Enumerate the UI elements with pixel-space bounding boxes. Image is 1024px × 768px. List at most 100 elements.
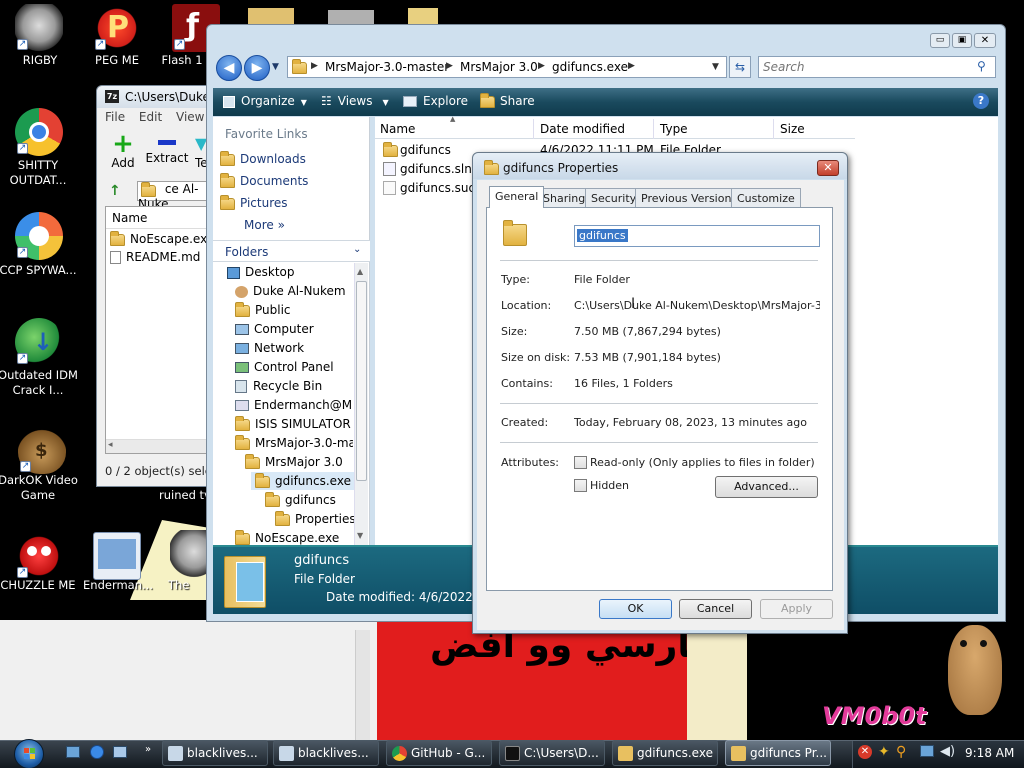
cancel-button[interactable]: Cancel (679, 599, 752, 619)
tree-item-network[interactable]: Network (235, 339, 304, 357)
refresh-button[interactable]: ⇆ (729, 56, 751, 78)
tab-general[interactable]: General (489, 186, 545, 208)
address-dropdown-icon[interactable]: ▼ (712, 62, 719, 72)
tray-network-icon[interactable] (920, 745, 934, 757)
minimize-button[interactable]: ▭ (930, 33, 950, 48)
tree-item-gdifuncs-exe[interactable]: gdifuncs.exe (251, 472, 355, 490)
taskbar-item-blacklives-1[interactable]: blacklives... (162, 740, 268, 766)
readonly-label: Read-only (Only applies to files in fold… (590, 456, 815, 469)
favorite-link-downloads[interactable]: Downloads (220, 150, 306, 166)
tree-item-recycle-bin[interactable]: Recycle Bin (235, 377, 322, 395)
search-icon[interactable]: ⚲ (977, 59, 986, 73)
taskbar-item-blacklives-2[interactable]: blacklives... (273, 740, 379, 766)
tree-item-desktop[interactable]: Desktop (227, 263, 295, 281)
quicklaunch-switch-windows-icon[interactable] (113, 746, 127, 758)
tree-scrollbar[interactable]: ▲ ▼ (354, 263, 368, 545)
column-type[interactable]: Type (660, 122, 688, 136)
suo-file-icon (383, 181, 396, 195)
tree-item-control-panel[interactable]: Control Panel (235, 358, 334, 376)
search-box[interactable]: ⚲ (758, 56, 996, 78)
start-button[interactable] (10, 737, 50, 768)
tree-item-mrsmajor-master[interactable]: MrsMajor-3.0-mas (235, 434, 353, 452)
recent-pages-dropdown[interactable]: ▼ (272, 62, 279, 72)
tree-scroll-thumb[interactable] (356, 281, 367, 481)
tree-item-isis[interactable]: ISIS SIMULATOR (235, 415, 351, 433)
folders-header[interactable]: Folders ⌄ (213, 240, 370, 262)
zip-extract-button[interactable]: Extract (145, 132, 189, 172)
list-item[interactable]: NoEscape.exe (106, 229, 216, 249)
column-name[interactable]: Name (380, 122, 415, 136)
tray-search-icon[interactable]: ⚲ (896, 744, 906, 760)
zip-menu-file[interactable]: File (105, 110, 125, 124)
search-input[interactable] (763, 59, 963, 75)
tab-security[interactable]: Security (585, 188, 643, 208)
column-size[interactable]: Size (780, 122, 805, 136)
back-button[interactable]: ◀ (216, 55, 242, 81)
breadcrumb-item[interactable]: gdifuncs.exe (552, 60, 628, 74)
close-button[interactable]: ✕ (974, 33, 996, 48)
breadcrumb-sep-icon[interactable]: ▶ (311, 61, 318, 71)
taskbar-item-explorer[interactable]: gdifuncs.exe (612, 740, 718, 766)
zip-menu-edit[interactable]: Edit (139, 110, 162, 124)
share-button[interactable]: Share (480, 92, 535, 108)
tray-star-icon[interactable]: ✦ (878, 744, 890, 760)
favorite-link-documents[interactable]: Documents (220, 172, 308, 188)
peg-p-icon: P ↗ (93, 4, 141, 52)
zip-hscroll[interactable]: ◂ (106, 439, 216, 453)
close-button[interactable]: ✕ (817, 160, 839, 176)
readonly-checkbox[interactable] (574, 456, 587, 469)
tree-item-public[interactable]: Public (235, 301, 291, 319)
taskbar-item-7zip[interactable]: C:\Users\D... (499, 740, 605, 766)
tree-item-properties[interactable]: Properties (275, 510, 356, 528)
zip-menu-view[interactable]: View (176, 110, 204, 124)
zip-window[interactable]: 7z C:\Users\Duke A File Edit View + Add … (96, 85, 222, 487)
tab-customize[interactable]: Customize (731, 188, 801, 208)
folder-icon (220, 150, 235, 166)
zip-add-button[interactable]: + Add (105, 131, 141, 172)
tray-security-icon[interactable]: ✕ (858, 745, 872, 759)
apply-button[interactable]: Apply (760, 599, 833, 619)
explore-button[interactable]: Explore (403, 94, 468, 108)
list-item[interactable]: README.md (106, 249, 216, 265)
properties-title: gdifuncs Properties (503, 161, 619, 175)
zip-path-box[interactable]: ce Al-Nuke (137, 181, 217, 211)
views-button[interactable]: ☷ Views ▼ (321, 94, 389, 108)
tree-item-mrsmajor[interactable]: MrsMajor 3.0 (245, 453, 343, 471)
maximize-button[interactable]: ▣ (952, 33, 972, 48)
clock[interactable]: 9:18 AM (965, 746, 1014, 760)
help-icon[interactable]: ? (973, 93, 989, 109)
breadcrumb-sep-icon[interactable]: ▶ (538, 61, 545, 71)
breadcrumb-item[interactable]: MrsMajor 3.0 (460, 60, 538, 74)
tree-item-computer[interactable]: Computer (235, 320, 314, 338)
quicklaunch-show-desktop-icon[interactable] (66, 746, 80, 758)
tray-volume-icon[interactable]: ◀) (940, 744, 955, 759)
taskbar-item-github[interactable]: GitHub - G... (386, 740, 492, 766)
breadcrumb-item[interactable]: MrsMajor-3.0-master (325, 60, 449, 74)
breadcrumb-sep-icon[interactable]: ▶ (628, 61, 635, 71)
tab-sharing[interactable]: Sharing (537, 188, 592, 208)
hidden-checkbox[interactable] (574, 479, 587, 492)
address-bar[interactable]: ▶ MrsMajor-3.0-master ▶ MrsMajor 3.0 ▶ g… (287, 56, 727, 78)
tree-item-user[interactable]: Duke Al-Nukem (235, 282, 346, 300)
tree-item-endermanch[interactable]: Endermanch@MEI (235, 396, 353, 414)
location-value: C:\Users\Duke Al-Nukem\Desktop\MrsMajor-… (574, 299, 820, 312)
ok-button[interactable]: OK (599, 599, 672, 619)
folder-name-field[interactable]: gdifuncs (574, 225, 820, 247)
zip-titlebar[interactable]: 7z C:\Users\Duke A (97, 86, 222, 108)
column-date[interactable]: Date modified (540, 122, 625, 136)
quicklaunch-ie-icon[interactable] (90, 745, 104, 759)
favorite-link-pictures[interactable]: Pictures (220, 194, 288, 210)
zip-column-name[interactable]: Name (106, 207, 216, 229)
tree-item-gdifuncs[interactable]: gdifuncs (265, 491, 336, 509)
beige-artwork (687, 620, 747, 740)
quicklaunch-expand-icon[interactable]: » (145, 744, 151, 755)
zip-up-icon[interactable]: ↑ (109, 183, 125, 199)
advanced-button[interactable]: Advanced... (715, 476, 818, 498)
breadcrumb-sep-icon[interactable]: ▶ (446, 61, 453, 71)
tab-previous-versions[interactable]: Previous Versions (635, 188, 744, 208)
forward-button[interactable]: ▶ (244, 55, 270, 81)
taskbar-item-properties[interactable]: gdifuncs Pr... (725, 740, 831, 766)
properties-titlebar[interactable]: gdifuncs Properties ✕ (473, 153, 847, 179)
more-links-button[interactable]: More » (244, 218, 285, 232)
organize-button[interactable]: Organize ▼ (223, 94, 307, 108)
